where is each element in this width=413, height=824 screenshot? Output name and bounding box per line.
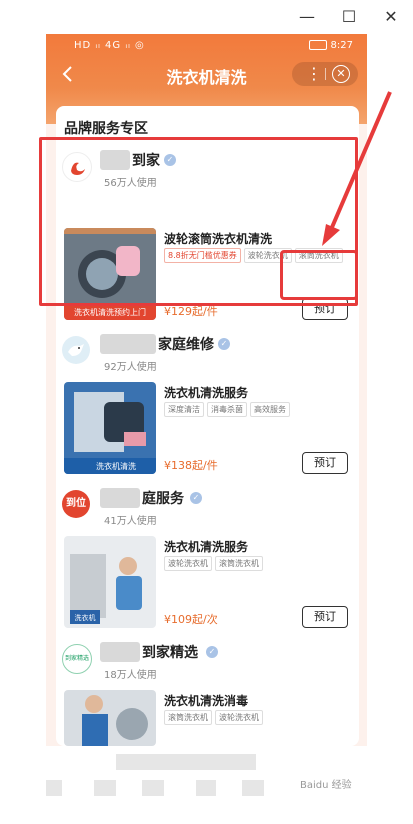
battery-icon	[308, 40, 327, 50]
product-tag: 深度清洁	[164, 402, 204, 417]
bottom-placeholder	[242, 780, 264, 796]
brand-users: 18万人使用	[104, 670, 157, 681]
highlight-box-book	[280, 250, 358, 300]
book-button[interactable]: 预订	[302, 452, 348, 474]
brand-logo[interactable]: 到家精选	[62, 644, 92, 674]
product-tag: 消毒杀菌	[207, 402, 247, 417]
book-button[interactable]: 预订	[302, 606, 348, 628]
bird-icon	[68, 344, 84, 356]
product-tag: 波轮洗衣机	[164, 556, 212, 571]
product-name[interactable]: 洗衣机清洗服务	[164, 384, 248, 401]
product-thumbnail[interactable]: 洗衣机清洗	[64, 382, 156, 474]
product-name[interactable]: 洗衣机清洗消毒	[164, 692, 248, 709]
thumbnail-caption: 洗衣机	[75, 613, 96, 622]
product-price: ¥109起/次	[164, 613, 218, 626]
blurred-brand-name	[100, 642, 140, 662]
thumbnail-caption: 洗衣机清洗	[96, 461, 136, 471]
brand-users: 41万人使用	[104, 516, 157, 527]
mini-program-capsule: ⋮ ✕	[292, 62, 358, 86]
minimize-button[interactable]: —	[296, 6, 318, 28]
washing-machine-photo	[64, 690, 156, 746]
status-right: 8:27	[308, 40, 353, 51]
product-tags: 深度清洁 消毒杀菌 高效服务	[164, 402, 293, 417]
capsule-divider	[325, 68, 326, 80]
bottom-placeholder	[94, 780, 116, 796]
bottom-placeholder	[116, 754, 256, 770]
section-title: 品牌服务专区	[64, 121, 148, 137]
status-time: 8:27	[330, 40, 353, 51]
brand-logo[interactable]: 到位	[62, 490, 90, 518]
window-chrome: — ☐ ✕	[0, 0, 413, 34]
watermark: Baidu 经验	[300, 780, 352, 791]
product-tags: 波轮洗衣机 滚筒洗衣机	[164, 556, 266, 571]
bottom-placeholder	[196, 780, 216, 796]
blurred-brand-name	[100, 334, 156, 354]
product-tags: 滚筒洗衣机 波轮洗衣机	[164, 710, 266, 725]
maximize-button[interactable]: ☐	[338, 6, 360, 28]
washing-machine-photo: 洗衣机清洗	[64, 382, 156, 474]
close-icon[interactable]: ✕	[332, 65, 350, 83]
product-thumbnail[interactable]	[64, 690, 156, 746]
product-tag: 高效服务	[250, 402, 290, 417]
product-thumbnail[interactable]: 洗衣机	[64, 536, 156, 628]
brand-name[interactable]: 到家精选	[142, 642, 198, 662]
more-icon[interactable]: ⋮	[306, 63, 322, 85]
thumbnail-caption: 洗衣机清洗预约上门	[74, 307, 146, 317]
product-name[interactable]: 洗衣机清洗服务	[164, 538, 248, 555]
brand-users: 92万人使用	[104, 362, 157, 373]
blurred-brand-name	[100, 488, 140, 508]
bottom-placeholder	[142, 780, 164, 796]
verified-badge-icon: ✓	[190, 492, 202, 504]
brand-logo[interactable]	[62, 336, 90, 364]
brand-name[interactable]: 庭服务	[142, 488, 184, 508]
product-price: ¥138起/件	[164, 459, 218, 472]
signal-indicators: HD ᵢₗ 4G ᵢₗ ◎	[74, 40, 145, 51]
bottom-placeholder	[46, 780, 62, 796]
product-tag: 滚筒洗衣机	[164, 710, 212, 725]
product-tag: 滚筒洗衣机	[215, 556, 263, 571]
verified-badge-icon: ✓	[218, 338, 230, 350]
close-window-button[interactable]: ✕	[380, 6, 402, 28]
status-bar: HD ᵢₗ 4G ᵢₗ ◎ 8:27	[46, 40, 367, 54]
brand-name[interactable]: 家庭维修	[158, 334, 214, 354]
washing-machine-photo: 洗衣机	[64, 536, 156, 628]
product-tag: 波轮洗衣机	[215, 710, 263, 725]
verified-badge-icon: ✓	[206, 646, 218, 658]
